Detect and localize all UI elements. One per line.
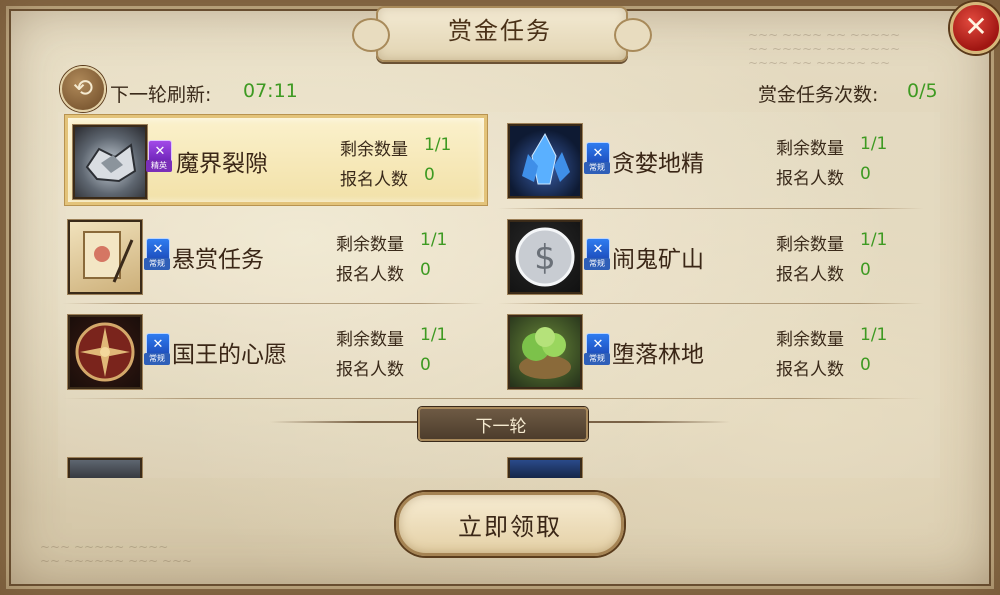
refresh-countdown: 07:11 (243, 80, 298, 102)
blue-crystal-icon (508, 124, 582, 198)
task-name: 堕落林地 (612, 342, 704, 368)
bounty-count-label: 赏金任务次数: (758, 84, 879, 106)
close-icon: ✕ (964, 10, 988, 43)
refresh-label: 下一轮刷新: (110, 84, 212, 106)
remaining-value: 1/1 (860, 134, 888, 154)
signups-value: 0 (860, 355, 871, 375)
claim-button-label[interactable]: 立即领取 (396, 507, 624, 542)
regular-badge-icon: ✕ 常规 (144, 333, 170, 367)
task-card[interactable]: ✕ 常规 贪婪地精 剩余数量 1/1 报名人数 0 (498, 112, 918, 202)
decorative-scribble: ~~~ ~~~~ ~~ ~~~~~ ~~ ~~~~~ ~~~ ~~~~ ~~~~… (748, 28, 901, 70)
task-card[interactable]: $ ✕ 常规 闹鬼矿山 剩余数量 1/1 报名人数 0 (498, 208, 918, 298)
remaining-value: 1/1 (424, 135, 452, 155)
compass-emblem-icon (68, 315, 142, 389)
remaining-label: 剩余数量 (776, 330, 844, 350)
signups-label: 报名人数 (776, 169, 844, 189)
task-card[interactable]: ✕ 常规 悬赏任务 剩余数量 1/1 报名人数 0 (58, 208, 478, 298)
remaining-value: 1/1 (860, 230, 888, 250)
elite-badge-icon: ✕ 精英 (146, 140, 172, 174)
next-round-label: 下一轮 (475, 417, 527, 437)
task-name: 贪婪地精 (612, 151, 704, 177)
remaining-label: 剩余数量 (340, 140, 408, 160)
task-card[interactable]: ✕ 常规 堕落林地 剩余数量 1/1 报名人数 0 (498, 303, 918, 393)
signups-value: 0 (420, 260, 431, 280)
regular-badge-icon: ✕ 常规 (584, 238, 610, 272)
next-round-thumbnail (508, 458, 582, 478)
signups-value: 0 (420, 355, 431, 375)
remaining-label: 剩余数量 (776, 235, 844, 255)
next-round-thumbnail (68, 458, 142, 478)
task-name: 国王的心愿 (172, 342, 287, 368)
task-card[interactable]: ✕ 精英 魔界裂隙 剩余数量 1/1 报名人数 0 (65, 115, 487, 205)
svg-text:$: $ (534, 238, 556, 278)
regular-badge-icon: ✕ 常规 (144, 238, 170, 272)
remaining-value: 1/1 (420, 325, 448, 345)
task-name: 悬赏任务 (172, 247, 264, 273)
signups-label: 报名人数 (336, 360, 404, 380)
regular-badge-icon: ✕ 常规 (584, 333, 610, 367)
decorative-scribble: ~~~ ~~~~~ ~~~~ ~~ ~~~~~~ ~~~ ~~~ (40, 540, 193, 568)
remaining-value: 1/1 (860, 325, 888, 345)
task-name: 闹鬼矿山 (612, 247, 704, 273)
row-divider (62, 398, 924, 399)
signups-label: 报名人数 (776, 265, 844, 285)
signups-value: 0 (424, 165, 435, 185)
scroll-quill-icon (68, 220, 142, 294)
regular-badge-icon: ✕ 常规 (584, 142, 610, 176)
remaining-label: 剩余数量 (336, 330, 404, 350)
remaining-value: 1/1 (420, 230, 448, 250)
signups-label: 报名人数 (336, 265, 404, 285)
remaining-label: 剩余数量 (336, 235, 404, 255)
signups-label: 报名人数 (776, 360, 844, 380)
signups-label: 报名人数 (340, 170, 408, 190)
close-button[interactable]: ✕ (950, 2, 1000, 54)
forest-island-icon (508, 315, 582, 389)
task-name: 魔界裂隙 (176, 151, 268, 177)
signups-value: 0 (860, 164, 871, 184)
signups-value: 0 (860, 260, 871, 280)
task-card[interactable]: ✕ 常规 国王的心愿 剩余数量 1/1 报名人数 0 (58, 303, 478, 393)
remaining-label: 剩余数量 (776, 139, 844, 159)
bounty-count-value: 0/5 (907, 80, 938, 102)
broken-machine-icon (73, 125, 147, 199)
window-title: 赏金任务 (448, 17, 552, 45)
refresh-icon[interactable]: ⟲ (60, 66, 106, 112)
silver-coin-icon: $ (508, 220, 582, 294)
